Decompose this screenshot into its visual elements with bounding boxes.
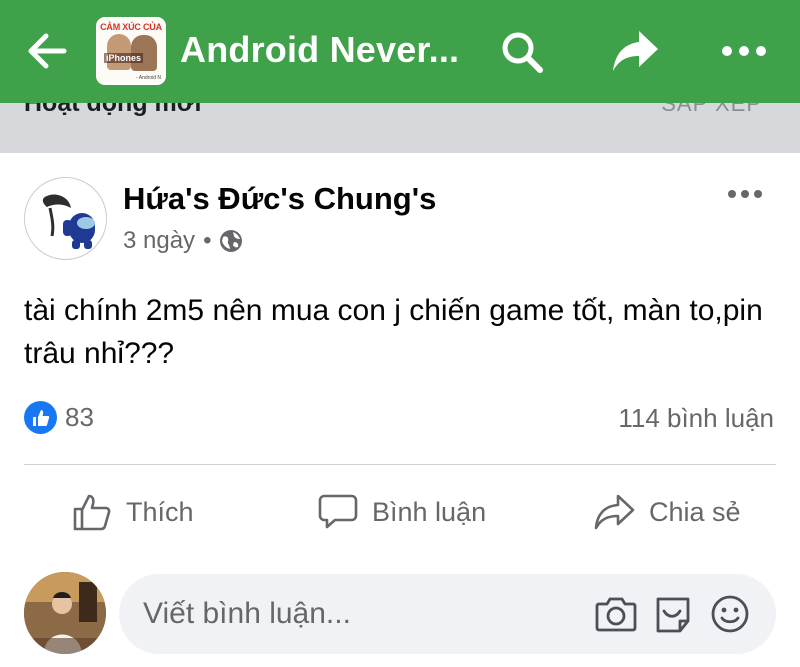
meta-separator: • — [203, 227, 212, 254]
thumbs-up-icon — [32, 409, 49, 426]
arrow-left-icon — [28, 33, 67, 69]
author-avatar[interactable] — [24, 177, 107, 260]
attach-photo-button[interactable] — [594, 594, 638, 634]
share-button[interactable] — [606, 24, 664, 78]
post-more-options-button[interactable] — [722, 179, 768, 209]
author-name[interactable]: Hứa's Đức's Chung's — [123, 181, 436, 217]
globe-icon — [220, 230, 243, 252]
back-button[interactable] — [22, 28, 72, 74]
thumbs-up-outline-icon — [73, 494, 111, 531]
share-button-label: Chia sẻ — [649, 496, 741, 527]
thumbnail-title: CẢM XÚC CỦA — [100, 22, 162, 32]
section-header-strip: Hoạt động mới SẮP XẾP — [0, 103, 800, 153]
reactions-summary[interactable]: 83 — [24, 401, 94, 434]
crewmate-avatar-icon — [42, 194, 95, 249]
new-activity-label: Hoạt động mới — [24, 103, 202, 117]
camera-icon — [595, 597, 637, 632]
sort-button[interactable]: SẮP XẾP — [661, 103, 762, 117]
comment-bubble-icon — [318, 494, 358, 529]
thumbnail-person-left — [107, 34, 131, 70]
actions-divider — [24, 464, 776, 465]
more-dots-icon — [722, 46, 766, 56]
share-outline-icon — [594, 494, 635, 530]
sticker-icon — [656, 597, 690, 633]
thumbnail-caption: - Android N — [135, 75, 161, 81]
comment-count[interactable]: 114 bình luận — [618, 403, 774, 434]
more-dots-icon — [728, 190, 762, 198]
search-button[interactable] — [496, 26, 548, 78]
share-post-button[interactable]: Chia sẻ — [593, 489, 741, 535]
comment-composer — [119, 574, 776, 654]
like-button[interactable]: Thích — [72, 489, 194, 535]
app-bar: CẢM XÚC CỦA iPhones - Android N Android … — [0, 0, 800, 103]
more-options-button[interactable] — [716, 32, 772, 70]
user-photo-icon — [24, 572, 106, 654]
like-reaction-badge — [24, 401, 57, 434]
sticker-button[interactable] — [651, 592, 695, 636]
thumbnail-label: iPhones — [104, 53, 144, 63]
post-meta: 3 ngày • — [123, 227, 243, 255]
post-time[interactable]: 3 ngày — [123, 227, 195, 255]
share-arrow-icon — [613, 31, 658, 71]
search-icon — [502, 32, 543, 73]
post-text: tài chính 2m5 nên mua con j chiến game t… — [24, 294, 763, 370]
emoji-icon — [711, 595, 749, 633]
group-title[interactable]: Android Never... — [180, 29, 459, 71]
comment-button[interactable]: Bình luận — [318, 489, 486, 535]
group-cover-thumbnail[interactable]: CẢM XÚC CỦA iPhones - Android N — [96, 17, 166, 85]
post-card: Hứa's Đức's Chung's 3 ngày • tài chính 2… — [0, 153, 800, 667]
like-button-label: Thích — [126, 496, 194, 527]
current-user-avatar[interactable] — [24, 572, 106, 654]
emoji-button[interactable] — [708, 592, 752, 636]
comment-input[interactable] — [143, 574, 583, 654]
like-count: 83 — [65, 402, 94, 432]
comment-button-label: Bình luận — [372, 496, 487, 527]
